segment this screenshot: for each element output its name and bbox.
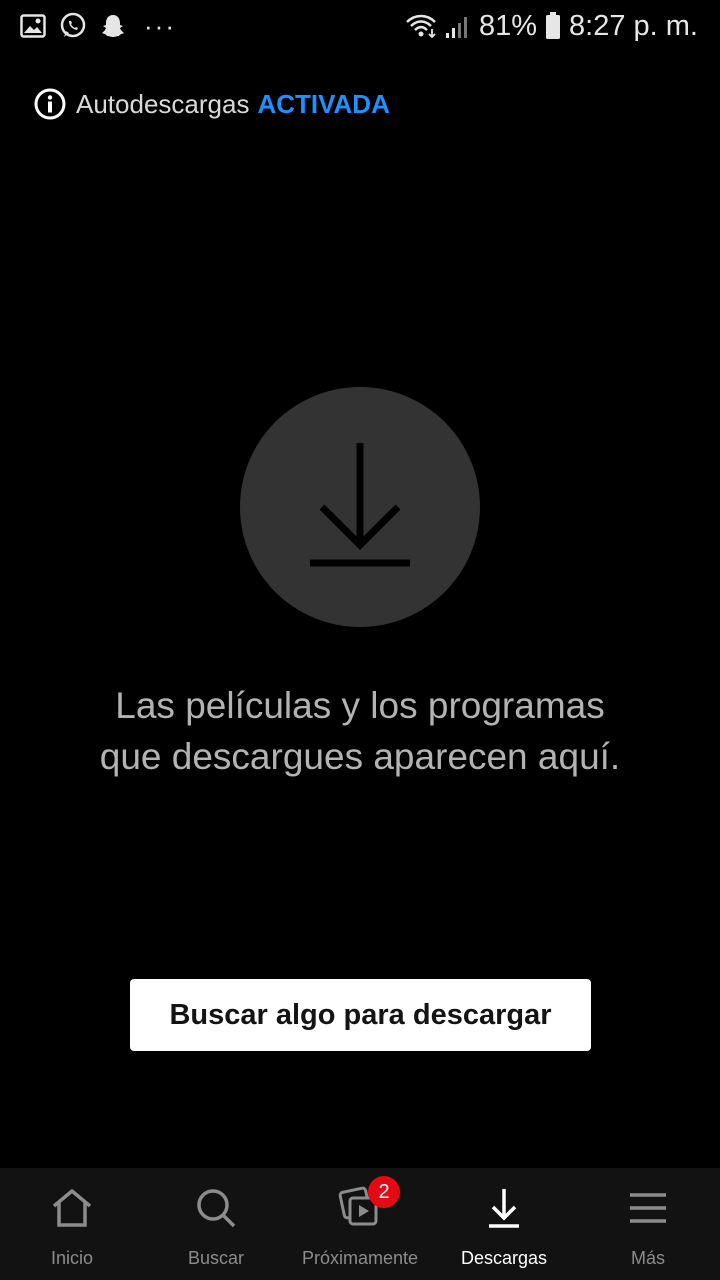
whatsapp-icon	[58, 11, 88, 41]
nav-item-inicio[interactable]: Inicio	[0, 1168, 144, 1280]
autodownload-toggle[interactable]: Autodescargas ACTIVADA	[34, 86, 390, 122]
nav-label-mas: Más	[630, 1248, 665, 1268]
empty-state-line-2: que descargues aparecen aquí.	[99, 736, 621, 777]
empty-state-line-1: Las películas y los programas	[115, 685, 605, 726]
nav-label-proximamente: Próximamente	[301, 1248, 419, 1268]
system-status: 81% 8:27 p. m.	[405, 8, 698, 44]
signal-icon	[445, 13, 471, 39]
home-icon	[50, 1186, 94, 1230]
more-notifications-dots: ···	[144, 11, 176, 41]
nav-item-mas[interactable]: Más	[576, 1168, 720, 1280]
empty-state-message: Las películas y los programas que descar…	[40, 680, 680, 782]
snapchat-icon	[98, 11, 128, 41]
battery-icon	[545, 12, 561, 40]
notification-badge: 2	[368, 1176, 400, 1208]
nav-label-buscar: Buscar	[187, 1248, 245, 1268]
autodownload-status[interactable]: ACTIVADA	[257, 89, 389, 120]
nav-label-descargas: Descargas	[460, 1248, 548, 1268]
battery-percent: 81%	[478, 9, 538, 42]
autodownload-label: Autodescargas	[76, 88, 250, 119]
nav-item-buscar[interactable]: Buscar	[144, 1168, 288, 1280]
status-bar: ··· 81% 8:27 p. m.	[0, 0, 720, 52]
download-icon	[305, 435, 415, 580]
menu-icon	[626, 1186, 670, 1230]
clock: 8:27 p. m.	[569, 9, 698, 42]
notification-icons: ···	[18, 10, 176, 42]
search-icon	[194, 1186, 238, 1230]
gallery-icon	[18, 11, 48, 41]
nav-item-descargas[interactable]: Descargas	[432, 1168, 576, 1280]
download-icon	[482, 1186, 526, 1230]
nav-item-proximamente[interactable]: 2 Próximamente	[288, 1168, 432, 1280]
find-something-to-download-button[interactable]: Buscar algo para descargar	[130, 979, 591, 1051]
empty-state-illustration	[240, 387, 480, 627]
nav-label-inicio: Inicio	[50, 1248, 94, 1268]
wifi-icon	[405, 13, 437, 39]
bottom-navigation: Inicio Buscar 2 Próximamente Descargas M…	[0, 1168, 720, 1280]
info-icon[interactable]	[34, 88, 66, 120]
